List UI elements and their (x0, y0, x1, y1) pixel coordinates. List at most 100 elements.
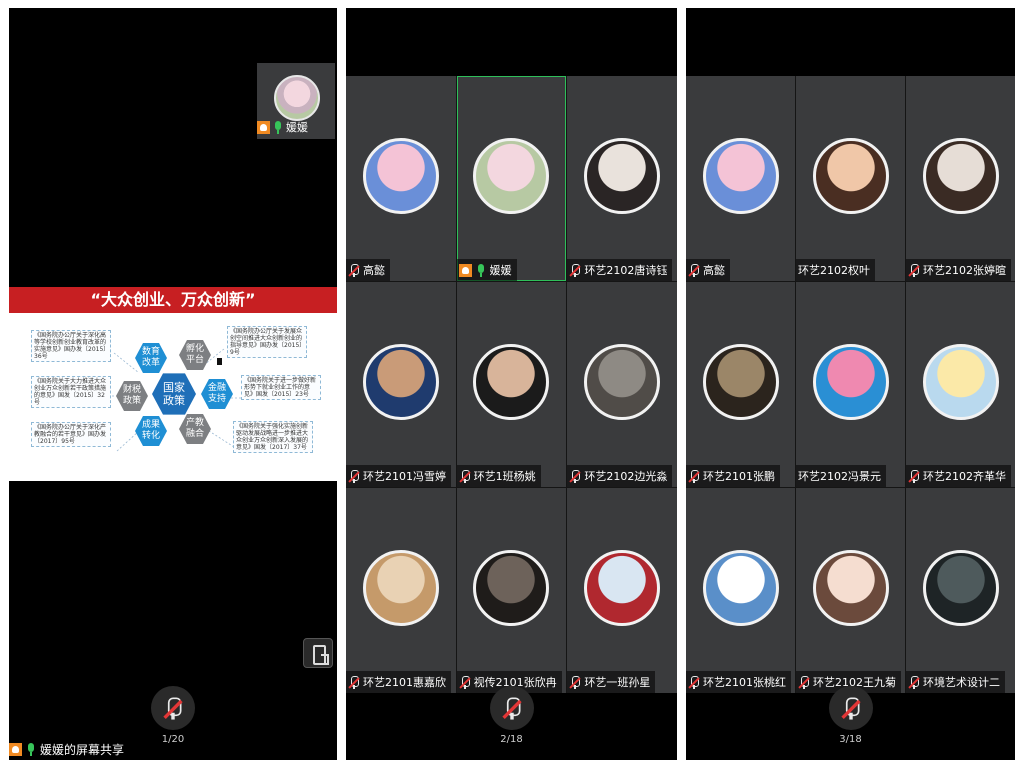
participant-name: 高懿 (703, 264, 725, 277)
participant-name: 媛媛 (489, 264, 512, 277)
participant-nametag: 环艺2102冯景元 (796, 465, 886, 487)
mic-icon (25, 743, 37, 756)
mic-muted-icon (569, 263, 581, 277)
participant-name: 环艺2101张桃红 (703, 676, 786, 689)
mic-muted-icon (569, 469, 581, 483)
mic-muted-icon (163, 696, 183, 720)
participant-name: 环艺2101冯雪婷 (363, 470, 446, 483)
participant-grid: 高懿 媛媛 环艺2102唐诗钰环艺2101冯雪婷 环艺1班杨姚 环艺2102边光淼环艺2… (346, 76, 677, 693)
participant-name: 高懿 (363, 264, 385, 277)
mic-muted-icon (840, 696, 861, 720)
participant-avatar (702, 138, 779, 214)
policy-ref-4: 《国务院关于进一步做好新形势下就业创业工作的意见》国发〔2015〕23号 (241, 375, 321, 400)
mic-muted-icon (501, 696, 522, 720)
participant-avatar (922, 550, 999, 626)
mic-muted-icon (569, 675, 581, 689)
participant-nametag: 环艺2101惠嘉欣 (346, 671, 451, 693)
page-indicator: 3/18 (839, 734, 862, 745)
mic-muted-icon (798, 675, 810, 689)
participant-tile[interactable]: 环境艺术设计二 (906, 488, 1015, 693)
participant-nametag: 环艺2102张婷暄 (906, 259, 1011, 281)
participant-nametag: 环艺2101张桃红 (686, 671, 791, 693)
host-icon (9, 743, 22, 756)
toggle-mic-button[interactable] (828, 686, 873, 730)
participant-nametag: 媛媛 (456, 259, 517, 281)
participant-avatar (362, 138, 439, 214)
participant-avatar (812, 550, 889, 626)
participant-name: 环艺2101张鹏 (703, 470, 775, 483)
participant-nametag: 环艺2102边光淼 (567, 465, 673, 487)
mic-icon (475, 263, 487, 277)
shared-slide: “大众创业、万众创新” 《国务院办公厅关于深化高等学校创新创业教育改革的实施意见… (9, 287, 337, 481)
participant-nametag: 高懿 (346, 259, 390, 281)
mic-muted-icon (458, 675, 471, 689)
participant-tile[interactable]: 环艺2102唐诗钰 (567, 76, 677, 281)
self-video-thumbnail[interactable]: 媛媛 (257, 63, 335, 139)
self-name: 媛媛 (286, 121, 308, 134)
participant-tile[interactable]: 媛媛 (456, 76, 567, 281)
policy-ref-2: 《国务院办公厅关于发展众创空间推进大众创新创业的指导意见》国办发〔2015〕9号 (227, 326, 307, 358)
participant-name: 环艺2102齐革华 (923, 470, 1006, 483)
participant-avatar (473, 550, 550, 626)
self-nametag: 媛媛 (257, 119, 308, 135)
host-icon (257, 120, 270, 134)
mic-muted-icon (348, 675, 360, 689)
participant-tile[interactable]: 环艺1班杨姚 (456, 282, 567, 487)
participant-name: 环艺2102边光淼 (584, 470, 668, 483)
participant-tile[interactable]: 环艺2102王九菊 (796, 488, 905, 693)
participant-tile[interactable]: 环艺2101惠嘉欣 (346, 488, 456, 693)
participant-name: 环艺1班杨姚 (473, 470, 536, 483)
participant-name: 环艺2102权叶 (798, 264, 870, 277)
participant-name: 环艺2102唐诗钰 (584, 264, 668, 277)
participant-grid-page-2: 高懿 媛媛 环艺2102唐诗钰环艺2101冯雪婷 环艺1班杨姚 环艺2102边光淼环艺2… (346, 8, 677, 760)
participant-name: 环艺2101惠嘉欣 (363, 676, 446, 689)
participant-tile[interactable]: 环艺2102冯景元 (796, 282, 905, 487)
participant-avatar (362, 344, 439, 420)
mic-muted-icon (688, 675, 700, 689)
participant-tile[interactable]: 环艺2101冯雪婷 (346, 282, 456, 487)
participant-tile[interactable]: 高懿 (346, 76, 456, 281)
participant-avatar (702, 344, 779, 420)
host-icon (458, 263, 472, 277)
participant-name: 环艺一班孙星 (584, 676, 651, 689)
participant-name: 环艺2102冯景元 (798, 470, 881, 483)
participant-avatar (922, 138, 999, 214)
participant-avatar (702, 550, 779, 626)
participant-nametag: 环艺2101冯雪婷 (346, 465, 451, 487)
mic-muted-icon (908, 469, 920, 483)
rotate-screen-icon[interactable] (303, 638, 333, 668)
participant-grid: 高懿 环艺2102权叶 环艺2102张婷暄 环艺2101张鹏 环艺2102冯景元 环艺21… (686, 76, 1015, 693)
policy-ref-1: 《国务院办公厅关于深化高等学校创新创业教育改革的实施意见》国办发〔2015〕36… (31, 330, 111, 362)
self-avatar (274, 75, 320, 121)
participant-tile[interactable]: 环艺2101张桃红 (686, 488, 795, 693)
participant-nametag: 环艺1班杨姚 (456, 465, 541, 487)
slide-title: “大众创业、万众创新” (9, 287, 337, 313)
mic-muted-icon (688, 263, 700, 277)
participant-tile[interactable]: 环艺2101张鹏 (686, 282, 795, 487)
participant-nametag: 环艺2102齐革华 (906, 465, 1011, 487)
screen-share-view: 媛媛 “大众创业、万众创新” 《国务院办公厅关于深化高等学校创新创业教育改革的实… (9, 8, 337, 760)
participant-avatar (812, 344, 889, 420)
participant-tile[interactable]: 环艺2102张婷暄 (906, 76, 1015, 281)
toggle-mic-button[interactable] (151, 686, 195, 730)
participant-tile[interactable]: 环艺2102权叶 (796, 76, 905, 281)
page-indicator: 2/18 (500, 734, 523, 745)
participant-tile[interactable]: 视传2101张欣冉 (456, 488, 567, 693)
participant-nametag: 高懿 (686, 259, 730, 281)
participant-tile[interactable]: 环艺一班孙星 (567, 488, 677, 693)
participant-nametag: 环艺2102唐诗钰 (567, 259, 673, 281)
participant-nametag: 环艺一班孙星 (567, 671, 656, 693)
toggle-mic-button[interactable] (489, 686, 534, 730)
screen-share-label: 媛媛的屏幕共享 (9, 741, 124, 758)
participant-tile[interactable]: 环艺2102边光淼 (567, 282, 677, 487)
participant-avatar (473, 138, 550, 214)
participant-tile[interactable]: 高懿 (686, 76, 795, 281)
mic-muted-icon (908, 263, 920, 277)
share-label-text: 媛媛的屏幕共享 (40, 743, 125, 757)
participant-avatar (922, 344, 999, 420)
mic-muted-icon (348, 469, 360, 483)
participant-grid-page-3: 高懿 环艺2102权叶 环艺2102张婷暄 环艺2101张鹏 环艺2102冯景元 环艺21… (686, 8, 1015, 760)
policy-ref-6: 《国务院关于强化实施创新驱动发展战略进一步推进大众创业万众创新深入发展的意见》国… (233, 421, 313, 453)
mic-muted-icon (908, 675, 920, 689)
participant-tile[interactable]: 环艺2102齐革华 (906, 282, 1015, 487)
